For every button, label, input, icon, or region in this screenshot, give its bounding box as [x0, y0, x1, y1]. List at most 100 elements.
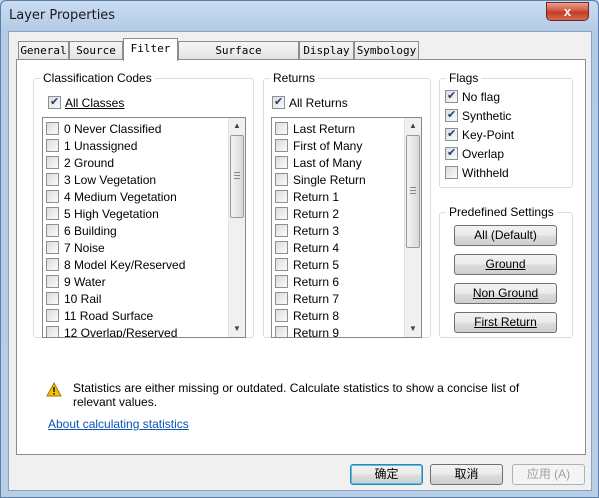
checkbox[interactable]	[46, 139, 59, 153]
returns-list-item[interactable]: Return 9	[275, 325, 340, 338]
returns-item-label: Single Return	[293, 172, 366, 187]
returns-list-item[interactable]: Return 3	[275, 223, 339, 240]
checkbox[interactable]	[275, 326, 288, 337]
returns-list-item[interactable]: Return 2	[275, 206, 339, 223]
checkbox[interactable]	[275, 292, 288, 306]
returns-scrollbar[interactable]: ▲ ▼	[404, 118, 421, 337]
returns-list-item[interactable]: Single Return	[275, 172, 366, 189]
classification-list-item[interactable]: 3 Low Vegetation	[46, 172, 156, 189]
ground-button[interactable]: Ground	[454, 254, 557, 275]
checkbox[interactable]	[46, 275, 59, 289]
checkbox[interactable]	[46, 207, 59, 221]
checkbox[interactable]	[275, 139, 288, 153]
flag-label: Withheld	[462, 165, 509, 180]
about-statistics-link[interactable]: About calculating statistics	[48, 417, 189, 431]
flag-overlap-checkbox[interactable]: Overlap	[445, 146, 504, 161]
checkbox[interactable]	[275, 207, 288, 221]
flag-key-point-checkbox[interactable]: Key-Point	[445, 127, 514, 142]
non-ground-button[interactable]: Non Ground	[454, 283, 557, 304]
classification-list-item[interactable]: 8 Model Key/Reserved	[46, 257, 185, 274]
tab-symbology[interactable]: Symbology	[354, 41, 419, 60]
checkbox[interactable]	[272, 96, 285, 110]
classification-item-label: 10 Rail	[64, 291, 102, 306]
checkbox[interactable]	[46, 309, 59, 323]
classification-list-item[interactable]: 11 Road Surface	[46, 308, 153, 325]
returns-list-item[interactable]: Return 8	[275, 308, 339, 325]
filter-panel: Classification Codes All Classes 12 Over…	[16, 59, 586, 455]
all-classes-checkbox[interactable]: All Classes	[48, 95, 124, 110]
checkbox[interactable]	[275, 275, 288, 289]
classification-item-label: 7 Noise	[64, 240, 105, 255]
returns-list-item[interactable]: First of Many	[275, 138, 362, 155]
checkbox[interactable]	[445, 147, 458, 161]
checkbox[interactable]	[445, 166, 458, 180]
checkbox[interactable]	[275, 258, 288, 272]
checkbox[interactable]	[46, 173, 59, 187]
classification-list-item[interactable]: 4 Medium Vegetation	[46, 189, 177, 206]
returns-item-label: Return 3	[293, 223, 340, 238]
tab-display[interactable]: Display	[299, 41, 354, 60]
first-return-button[interactable]: First Return	[454, 312, 557, 333]
checkbox[interactable]	[46, 224, 59, 238]
checkbox[interactable]	[445, 90, 458, 104]
classification-list-item[interactable]: 6 Building	[46, 223, 117, 240]
returns-item-label: First of Many	[293, 138, 363, 153]
returns-list[interactable]: Return 9 Return 8 Return 7 Return 6 Return 5…	[271, 117, 422, 338]
classification-list-item[interactable]: 10 Rail	[46, 291, 101, 308]
scroll-thumb[interactable]	[230, 135, 244, 218]
all-returns-checkbox[interactable]: All Returns	[272, 95, 348, 110]
classification-list-item[interactable]: 0 Never Classified	[46, 121, 161, 138]
checkbox[interactable]	[46, 258, 59, 272]
ok-button[interactable]: 确定	[350, 464, 423, 485]
checkbox[interactable]	[46, 241, 59, 255]
flag-synthetic-checkbox[interactable]: Synthetic	[445, 108, 511, 123]
classification-list-item[interactable]: 1 Unassigned	[46, 138, 137, 155]
returns-list-item[interactable]: Return 7	[275, 291, 339, 308]
checkbox[interactable]	[46, 122, 59, 136]
flag-no-flag-checkbox[interactable]: No flag	[445, 89, 500, 104]
classification-scrollbar[interactable]: ▲ ▼	[228, 118, 245, 337]
checkbox[interactable]	[275, 190, 288, 204]
checkbox[interactable]	[275, 241, 288, 255]
checkbox[interactable]	[275, 156, 288, 170]
classification-list-item[interactable]: 5 High Vegetation	[46, 206, 159, 223]
classification-list-item[interactable]: 2 Ground	[46, 155, 114, 172]
flag-label: No flag	[462, 89, 501, 104]
checkbox[interactable]	[46, 326, 59, 337]
returns-list-item[interactable]: Last of Many	[275, 155, 362, 172]
scroll-up-arrow-icon[interactable]: ▲	[229, 118, 245, 134]
close-button[interactable]: x	[546, 2, 589, 21]
checkbox[interactable]	[445, 128, 458, 142]
flag-withheld-checkbox[interactable]: Withheld	[445, 165, 509, 180]
checkbox[interactable]	[46, 156, 59, 170]
checkbox[interactable]	[46, 292, 59, 306]
classification-list-item[interactable]: 7 Noise	[46, 240, 105, 257]
scroll-up-arrow-icon[interactable]: ▲	[405, 118, 421, 134]
tab-surface-constraints[interactable]: Surface Constraints	[178, 41, 299, 74]
cancel-button[interactable]: 取消	[430, 464, 503, 485]
classification-codes-list[interactable]: 12 Overlap/Reserved 11 Road Surface 10 Rai…	[42, 117, 246, 338]
checkbox[interactable]	[275, 173, 288, 187]
classification-list-item[interactable]: 12 Overlap/Reserved	[46, 325, 177, 337]
returns-list-item[interactable]: Return 4	[275, 240, 339, 257]
checkbox[interactable]	[48, 96, 61, 110]
checkbox[interactable]	[445, 109, 458, 123]
returns-list-item[interactable]: Return 5	[275, 257, 339, 274]
checkbox[interactable]	[275, 309, 288, 323]
checkbox[interactable]	[46, 190, 59, 204]
returns-item-label: Return 9	[293, 325, 340, 338]
scroll-thumb[interactable]	[406, 135, 420, 248]
scroll-down-arrow-icon[interactable]: ▼	[405, 321, 421, 337]
tab-filter[interactable]: Filter	[123, 38, 178, 61]
checkbox[interactable]	[275, 224, 288, 238]
classification-list-item[interactable]: 9 Water	[46, 274, 106, 291]
tab-source[interactable]: Source	[69, 41, 123, 60]
tab-general[interactable]: General	[18, 41, 69, 60]
returns-list-item[interactable]: Last Return	[275, 121, 355, 138]
title-bar[interactable]: Layer Properties x	[1, 1, 598, 31]
checkbox[interactable]	[275, 122, 288, 136]
all-default-button[interactable]: All (Default)	[454, 225, 557, 246]
scroll-down-arrow-icon[interactable]: ▼	[229, 321, 245, 337]
returns-list-item[interactable]: Return 1	[275, 189, 339, 206]
returns-list-item[interactable]: Return 6	[275, 274, 339, 291]
